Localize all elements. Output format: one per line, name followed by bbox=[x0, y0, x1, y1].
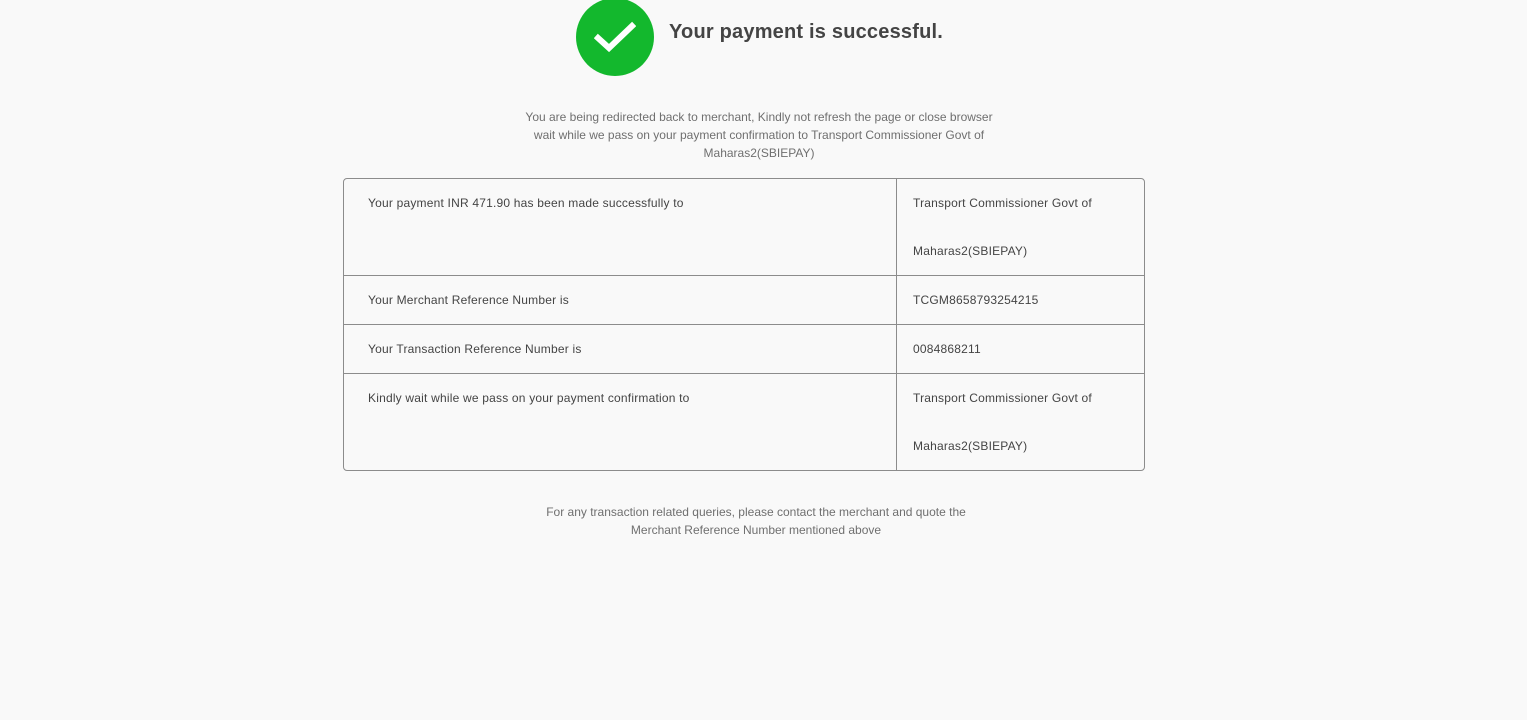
transaction-ref-label: Your Transaction Reference Number is bbox=[344, 325, 897, 373]
merchant-ref-label: Your Merchant Reference Number is bbox=[344, 276, 897, 324]
transaction-ref-value: 0084868211 bbox=[913, 342, 981, 356]
checkmark-icon bbox=[594, 21, 636, 53]
payment-amount-label: Your payment INR 471.90 has been made su… bbox=[344, 179, 897, 275]
success-header: Your payment is successful. bbox=[576, 0, 943, 76]
merchant-name-line: Maharas2(SBIEPAY) bbox=[913, 439, 1028, 453]
merchant-ref-value: TCGM8658793254215 bbox=[913, 293, 1039, 307]
redirect-message-line: You are being redirected back to merchan… bbox=[525, 110, 993, 124]
payment-details-table: Your payment INR 471.90 has been made su… bbox=[343, 178, 1145, 471]
confirmation-label: Kindly wait while we pass on your paymen… bbox=[344, 374, 897, 470]
footer-note-line: For any transaction related queries, ple… bbox=[546, 505, 966, 519]
redirect-message-line: wait while we pass on your payment confi… bbox=[533, 128, 985, 142]
merchant-name-line: Maharas2(SBIEPAY) bbox=[913, 244, 1028, 258]
merchant-name-line: Transport Commissioner Govt of bbox=[913, 196, 1092, 210]
table-row-transaction-ref: Your Transaction Reference Number is 008… bbox=[344, 324, 1144, 373]
merchant-name-value: Transport Commissioner Govt of Maharas2(… bbox=[897, 179, 1144, 275]
table-row-confirmation: Kindly wait while we pass on your paymen… bbox=[344, 373, 1144, 470]
footer-note: For any transaction related queries, ple… bbox=[506, 503, 1006, 539]
redirect-message: You are being redirected back to merchan… bbox=[509, 108, 1009, 162]
check-circle-icon bbox=[576, 0, 654, 76]
footer-note-line: Merchant Reference Number mentioned abov… bbox=[630, 523, 882, 537]
redirect-message-line: Maharas2(SBIEPAY) bbox=[703, 146, 815, 160]
page-title: Your payment is successful. bbox=[669, 20, 944, 43]
merchant-name-line: Transport Commissioner Govt of bbox=[913, 391, 1092, 405]
table-row-payment-amount: Your payment INR 471.90 has been made su… bbox=[344, 179, 1144, 275]
table-row-merchant-ref: Your Merchant Reference Number is TCGM86… bbox=[344, 275, 1144, 324]
confirmation-merchant-value: Transport Commissioner Govt of Maharas2(… bbox=[897, 374, 1144, 470]
